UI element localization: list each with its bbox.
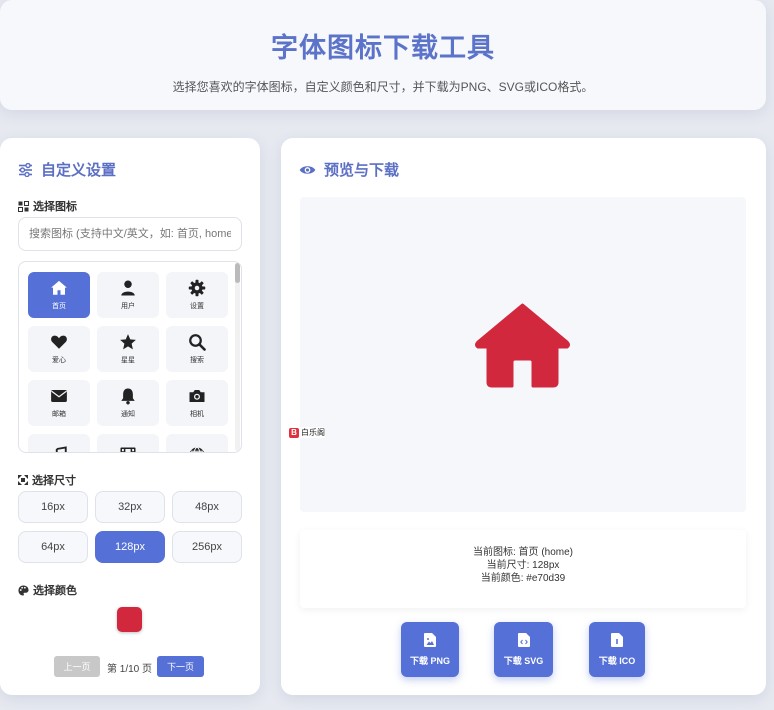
prev-page-button[interactable]: 上一页 xyxy=(54,656,100,677)
palette-icon xyxy=(18,584,29,596)
music-icon xyxy=(55,446,67,452)
size-option-128[interactable]: 128px xyxy=(95,531,165,563)
icon-option-film[interactable] xyxy=(97,434,159,452)
icons-grid-icon xyxy=(18,200,29,212)
next-page-button[interactable]: 下一页 xyxy=(157,656,204,677)
select-color-label: 选择颜色 xyxy=(18,582,77,598)
envelope-icon xyxy=(51,390,67,402)
camera-icon xyxy=(189,390,205,402)
preview-panel-title: 预览与下载 xyxy=(299,159,399,180)
expand-icon xyxy=(18,475,28,485)
icon-option-home[interactable]: 首页 xyxy=(28,272,90,318)
user-icon xyxy=(121,280,135,296)
icon-grid-scrollbar[interactable] xyxy=(235,263,240,451)
current-icon-text: 当前图标: 首页 (home) xyxy=(472,547,573,558)
icon-search-input[interactable] xyxy=(18,217,242,251)
icon-grid[interactable]: 首页 用户 设置 爱心 星星 搜索 邮箱 通知 相机 xyxy=(18,261,242,453)
icon-option-settings[interactable]: 设置 xyxy=(166,272,228,318)
file-code-icon xyxy=(517,632,530,647)
watermark: B 白乐阁 xyxy=(289,427,325,438)
size-option-16[interactable]: 16px xyxy=(18,491,88,523)
size-option-256[interactable]: 256px xyxy=(172,531,242,563)
download-ico-button[interactable]: 下载 ICO xyxy=(589,622,645,677)
home-icon xyxy=(51,280,67,295)
icon-option-mail[interactable]: 邮箱 xyxy=(28,380,90,426)
size-option-32[interactable]: 32px xyxy=(95,491,165,523)
page-header: 字体图标下载工具 选择您喜欢的字体图标，自定义颜色和尺寸，并下载为PNG、SVG… xyxy=(0,0,766,110)
preview-title-text: 预览与下载 xyxy=(324,162,400,179)
film-icon xyxy=(120,447,136,452)
eye-icon xyxy=(299,165,316,174)
watermark-text: 白乐阁 xyxy=(301,428,325,437)
file-image-icon xyxy=(424,632,436,647)
gear-icon xyxy=(188,279,206,297)
color-swatch[interactable] xyxy=(117,607,142,632)
heart-icon xyxy=(51,335,67,349)
current-size-text: 当前尺寸: 128px xyxy=(486,560,560,571)
icon-info-box: 当前图标: 首页 (home) 当前尺寸: 128px 当前颜色: #e70d3… xyxy=(300,530,746,608)
icon-option-user[interactable]: 用户 xyxy=(97,272,159,318)
globe-icon xyxy=(190,447,204,452)
scrollbar-thumb[interactable] xyxy=(235,263,240,283)
page-title: 字体图标下载工具 xyxy=(271,33,495,63)
icon-option-bell[interactable]: 通知 xyxy=(97,380,159,426)
icon-option-heart[interactable]: 爱心 xyxy=(28,326,90,372)
search-icon xyxy=(189,334,206,351)
download-png-button[interactable]: 下载 PNG xyxy=(401,622,459,677)
settings-title-text: 自定义设置 xyxy=(41,162,117,179)
download-svg-button[interactable]: 下载 SVG xyxy=(494,622,553,677)
page-subtitle: 选择您喜欢的字体图标，自定义颜色和尺寸，并下载为PNG、SVG或ICO格式。 xyxy=(172,80,594,94)
sliders-icon xyxy=(19,162,32,177)
size-option-64[interactable]: 64px xyxy=(18,531,88,563)
icon-option-camera[interactable]: 相机 xyxy=(166,380,228,426)
icon-option-search[interactable]: 搜索 xyxy=(166,326,228,372)
watermark-badge: B xyxy=(289,427,299,438)
select-icon-label: 选择图标 xyxy=(18,198,77,214)
star-icon xyxy=(120,334,136,350)
page-status: 第 1/10 页 xyxy=(107,664,153,675)
home-icon-preview xyxy=(475,303,570,388)
size-option-48[interactable]: 48px xyxy=(172,491,242,523)
file-icon xyxy=(611,632,623,647)
icon-option-music[interactable] xyxy=(28,434,90,452)
current-color-text: 当前颜色: #e70d39 xyxy=(480,573,566,584)
bell-icon xyxy=(121,388,135,405)
icon-option-globe[interactable] xyxy=(166,434,228,452)
icon-option-star[interactable]: 星星 xyxy=(97,326,159,372)
settings-panel-title: 自定义设置 xyxy=(18,159,116,180)
select-size-label: 选择尺寸 xyxy=(18,472,76,488)
